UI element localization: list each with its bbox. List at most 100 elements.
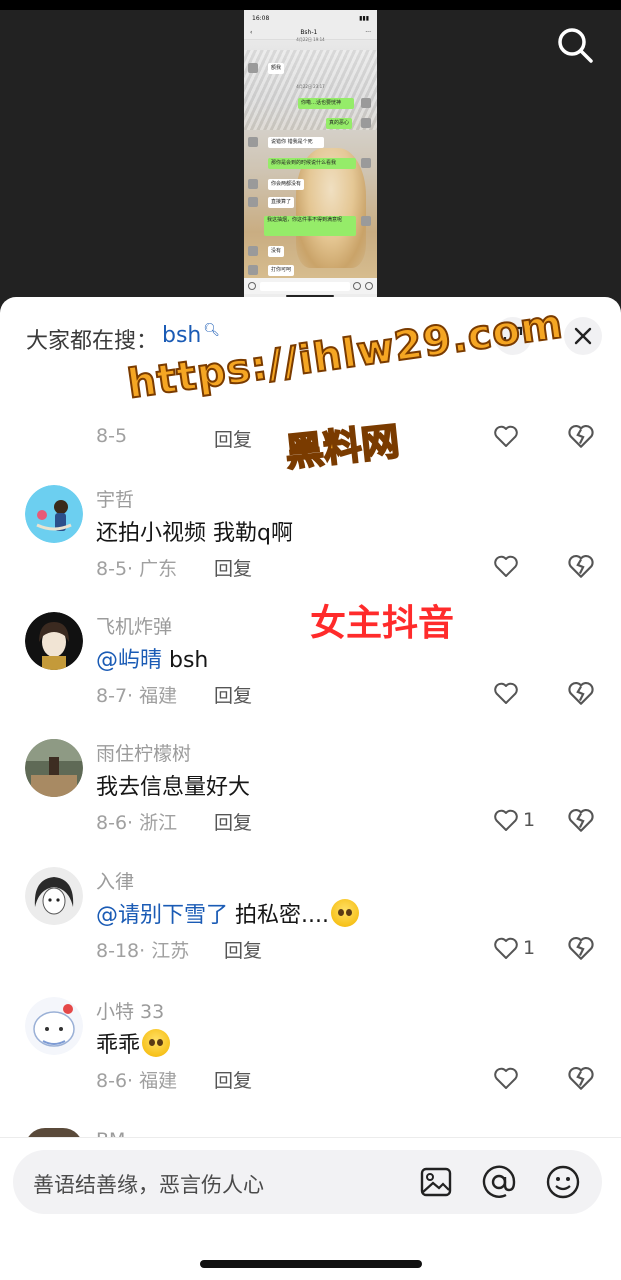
reply-button[interactable]: 回复 <box>214 681 252 708</box>
comment-time: 8-5 <box>96 425 128 447</box>
reply-button[interactable]: 回复 <box>214 808 252 835</box>
emoji-button[interactable] <box>544 1163 582 1201</box>
comment-username[interactable]: 飞机炸弹 <box>96 612 172 639</box>
comment-text: 乖乖 <box>96 1027 171 1059</box>
comment-text: @屿晴 bsh <box>96 642 208 674</box>
comment-text: 我去信息量好大 <box>96 769 250 801</box>
frame-avatar <box>361 118 371 128</box>
search-button[interactable] <box>552 22 598 68</box>
comment-input-bar[interactable]: 善语结善缘，恶言伤人心 <box>13 1150 602 1214</box>
frame-plus-icon <box>364 282 373 290</box>
like-button[interactable]: 1 <box>492 933 535 963</box>
comment-username[interactable]: 宇哲 <box>96 485 134 512</box>
frame-date: 4月22日 23:17 <box>296 84 325 89</box>
comment-text: 还拍小视频 我勒q啊 <box>96 515 293 547</box>
image-button[interactable] <box>417 1163 455 1201</box>
frame-date: 4月22日 19:14 <box>296 37 325 42</box>
like-count: 1 <box>523 937 536 959</box>
frame-status-time: 16:08 <box>252 14 270 22</box>
comment-date: 8-18 <box>96 940 140 962</box>
reply-button[interactable]: 回复 <box>214 425 252 452</box>
avatar[interactable] <box>25 867 83 925</box>
broken-heart-icon <box>568 1066 594 1090</box>
reply-button[interactable]: 回复 <box>224 936 262 963</box>
frame-message: 没有 <box>268 246 285 257</box>
comment-username[interactable]: 雨住柠檬树 <box>96 739 191 766</box>
like-button[interactable] <box>492 678 523 708</box>
frame-avatar <box>361 158 371 168</box>
frame-input-bar <box>244 278 377 294</box>
frame-message: 你会两都没有 <box>268 179 305 190</box>
broken-heart-icon <box>568 424 594 448</box>
trending-search-link[interactable]: bsh 🔍︎ <box>162 323 220 348</box>
frame-avatar <box>248 137 258 147</box>
like-button[interactable] <box>492 421 520 451</box>
frame-message: 额我 <box>268 63 285 74</box>
heart-icon <box>494 555 518 577</box>
like-button[interactable] <box>492 1063 523 1093</box>
video-player[interactable]: 16:08 ▮▮▮ ‹ Bsh-1 ··· 4月22日 19:14 额我 4月2… <box>0 0 621 320</box>
frame-message: 说错你 错我是个死 <box>268 137 324 148</box>
comment-region: 浙江 <box>139 812 178 834</box>
comment-meta: 8-18· 江苏 <box>96 940 190 962</box>
comment-body: 乖乖 <box>96 1033 141 1058</box>
smile-emoji-icon <box>142 1029 171 1057</box>
frame-avatar <box>248 246 258 256</box>
heart-icon <box>494 937 518 959</box>
dislike-button[interactable] <box>566 421 596 451</box>
home-indicator <box>200 1260 422 1268</box>
comment-username[interactable]: 小特 33 <box>96 997 164 1024</box>
comment-date: 8-7 <box>96 685 128 707</box>
frame-message: 那你是会到的时候说什么看我 <box>268 158 356 169</box>
dislike-button[interactable] <box>566 551 596 581</box>
close-button[interactable] <box>564 317 602 355</box>
comment-region: 广东 <box>139 558 178 580</box>
comment-date: 8-6 <box>96 1070 128 1092</box>
avatar[interactable] <box>25 612 83 670</box>
comment-region: 福建 <box>139 1070 178 1092</box>
mention-button[interactable] <box>480 1163 518 1201</box>
trending-term: bsh <box>162 323 202 348</box>
frame-chat-title: Bsh-1 <box>300 29 318 36</box>
comment-item: 雨住柠檬树 我去信息量好大 8-6· 浙江 回复 1 <box>0 739 621 867</box>
comment-item: 小特 33 乖乖 8-6· 福建 回复 <box>0 997 621 1125</box>
dislike-button[interactable] <box>566 805 596 835</box>
comment-mention[interactable]: @屿晴 <box>96 648 162 673</box>
comment-body: bsh <box>162 648 209 673</box>
comment-username[interactable]: 入律 <box>96 867 134 894</box>
frame-voice-icon <box>248 282 256 290</box>
reply-button[interactable]: 回复 <box>214 1066 252 1093</box>
broken-heart-icon <box>568 554 594 578</box>
reply-button[interactable]: 回复 <box>214 554 252 581</box>
image-icon <box>420 1167 452 1197</box>
comment-date: 8-6 <box>96 812 128 834</box>
dislike-button[interactable] <box>566 933 596 963</box>
comment-input-area: 善语结善缘，恶言伤人心 <box>0 1137 621 1280</box>
heart-icon <box>494 1067 518 1089</box>
comment-mention[interactable]: @请别下雪了 <box>96 903 228 928</box>
comment-meta: 8-5· 广东 <box>96 558 178 580</box>
frame-avatar <box>248 265 258 275</box>
like-button[interactable]: 1 <box>492 805 535 835</box>
heart-icon <box>494 809 518 831</box>
avatar[interactable] <box>25 997 83 1055</box>
close-icon <box>574 327 592 345</box>
caption-tag: 女主抖音 <box>310 603 455 644</box>
comment-item: 入律 @请别下雪了 拍私密.... 8-18· 江苏 回复 1 <box>0 867 621 995</box>
dislike-button[interactable] <box>566 1063 596 1093</box>
at-icon <box>482 1165 516 1198</box>
frame-background-pattern <box>244 50 377 130</box>
broken-heart-icon <box>568 681 594 705</box>
avatar[interactable] <box>25 739 83 797</box>
comment-date: 8-5 <box>96 558 128 580</box>
like-button[interactable] <box>492 551 523 581</box>
frame-avatar <box>361 98 371 108</box>
dislike-button[interactable] <box>566 678 596 708</box>
frame-message: 打你可呵 <box>268 265 295 276</box>
video-frame: 16:08 ▮▮▮ ‹ Bsh-1 ··· 4月22日 19:14 额我 4月2… <box>244 10 377 300</box>
broken-heart-icon <box>568 936 594 960</box>
comment-input[interactable]: 善语结善缘，恶言伤人心 <box>33 1169 264 1199</box>
search-icon <box>558 28 593 63</box>
avatar[interactable] <box>25 485 83 543</box>
trending-search-icon: 🔍︎ <box>203 323 220 338</box>
